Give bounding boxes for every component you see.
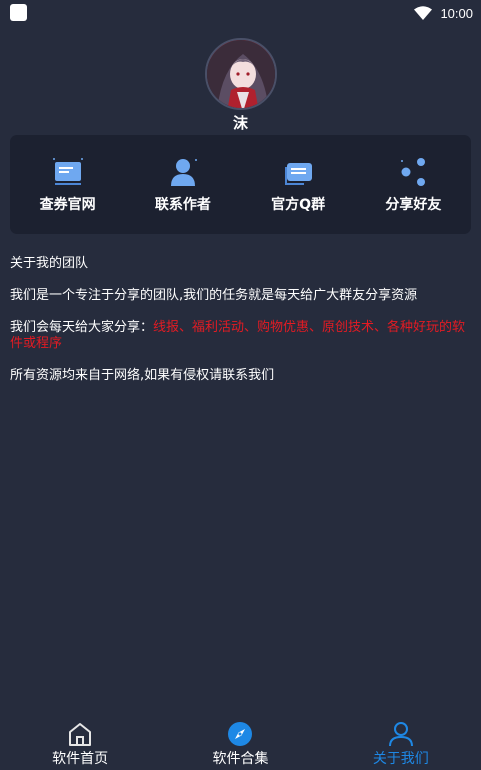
avatar[interactable] bbox=[204, 38, 277, 110]
nav-label: 软件合集 bbox=[212, 751, 269, 767]
home-icon bbox=[69, 723, 92, 746]
bottom-navigation: 软件首页 软件合集 关于我们 bbox=[0, 720, 481, 770]
action-label: 查券官网 bbox=[39, 196, 96, 213]
action-label: 分享好友 bbox=[385, 196, 442, 213]
about-title: 关于我的团队 bbox=[10, 256, 89, 271]
status-time: 10:00 bbox=[440, 5, 473, 21]
action-coupon-site[interactable]: 查券官网 bbox=[13, 156, 123, 214]
about-content-lead: 我们会每天给大家分享： bbox=[10, 320, 154, 335]
profile-header: 沫 bbox=[0, 38, 481, 133]
nav-label: 关于我们 bbox=[372, 751, 429, 767]
action-contact-author[interactable]: 联系作者 bbox=[128, 156, 238, 214]
about-paragraph-disclaimer: 所有资源均来自于网络,如果有侵权请联系我们 bbox=[10, 368, 275, 383]
nav-label: 软件首页 bbox=[52, 751, 109, 767]
about-paragraph-mission: 我们是一个专注于分享的团队,我们的任务就是每天给广大群友分享资源 bbox=[10, 288, 418, 303]
nav-software-home[interactable]: 软件首页 bbox=[0, 721, 160, 768]
about-paragraph-content: 我们会每天给大家分享：线报、福利活动、购物优惠、原创技术、各种好玩的软件或程序 bbox=[10, 320, 472, 352]
nav-software-collection[interactable]: 软件合集 bbox=[160, 721, 320, 768]
action-label: 官方Q群 bbox=[271, 196, 326, 213]
app-notification-icon bbox=[10, 4, 27, 21]
action-official-group[interactable]: 官方Q群 bbox=[243, 156, 353, 214]
share-icon bbox=[401, 157, 426, 186]
message-card-icon bbox=[52, 157, 83, 185]
nav-about-us[interactable]: 关于我们 bbox=[321, 721, 481, 768]
avatar-illustration-icon bbox=[206, 40, 275, 108]
profile-name: 沫 bbox=[232, 114, 248, 132]
chat-bubble-icon bbox=[285, 162, 313, 185]
user-outline-icon bbox=[388, 722, 413, 747]
quick-actions-card: 查券官网 联系作者 官方Q群 分享好友 bbox=[10, 135, 471, 234]
action-share-friends[interactable]: 分享好友 bbox=[358, 156, 468, 214]
user-icon bbox=[170, 158, 197, 186]
status-right: 10:00 bbox=[414, 3, 473, 23]
about-section: 关于我的团队 我们是一个专注于分享的团队,我们的任务就是每天给广大群友分享资源 … bbox=[10, 256, 472, 400]
wifi-icon bbox=[414, 6, 433, 20]
status-bar: 10:00 bbox=[0, 0, 481, 26]
action-label: 联系作者 bbox=[154, 196, 211, 213]
compass-icon bbox=[228, 722, 253, 746]
